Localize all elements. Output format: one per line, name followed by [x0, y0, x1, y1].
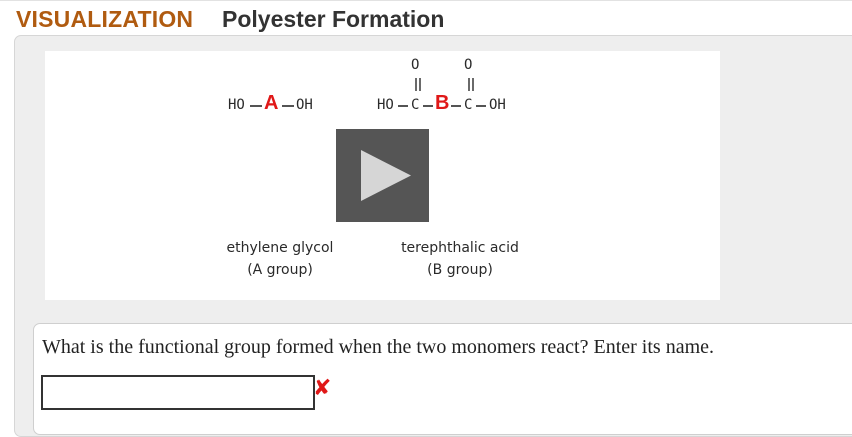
play-button[interactable]	[336, 129, 429, 222]
monomer-a-right-group: OH	[296, 97, 313, 113]
page-title: Polyester Formation	[222, 6, 445, 32]
monomer-b-left-group: HO	[377, 97, 394, 113]
question-text: What is the functional group formed when…	[42, 336, 715, 358]
monomer-b-oxygen-2: O	[464, 57, 473, 73]
monomer-b-carbon-1: C	[411, 97, 420, 113]
incorrect-x-icon: ✘	[313, 376, 332, 401]
play-icon	[361, 150, 411, 201]
double-bond	[468, 78, 474, 91]
monomer-b-carbon-2: C	[464, 97, 473, 113]
monomer-b-group-letter: B	[435, 92, 450, 114]
bond-line	[282, 105, 294, 107]
monomer-b-caption: terephthalic acid (B group)	[385, 237, 535, 281]
monomer-a-group-label: (A group)	[247, 262, 313, 278]
monomer-a-caption: ethylene glycol (A group)	[210, 237, 350, 281]
bond-line	[423, 105, 433, 107]
section-tag: VISUALIZATION	[16, 6, 194, 32]
double-bond	[415, 78, 421, 91]
answer-input[interactable]	[41, 375, 315, 410]
monomer-b-group-label: (B group)	[427, 262, 493, 278]
monomer-a-name: ethylene glycol	[226, 240, 334, 256]
bond-line	[398, 105, 408, 107]
monomer-a-left-group: HO	[228, 97, 245, 113]
bond-line	[451, 105, 461, 107]
monomer-b-right-group: OH	[489, 97, 506, 113]
page-header: VISUALIZATION Polyester Formation	[0, 0, 852, 39]
bond-line	[250, 105, 262, 107]
monomer-b-name: terephthalic acid	[401, 240, 519, 256]
bond-line	[476, 105, 486, 107]
monomer-b-oxygen-1: O	[411, 57, 420, 73]
monomer-a-group-letter: A	[264, 92, 279, 114]
